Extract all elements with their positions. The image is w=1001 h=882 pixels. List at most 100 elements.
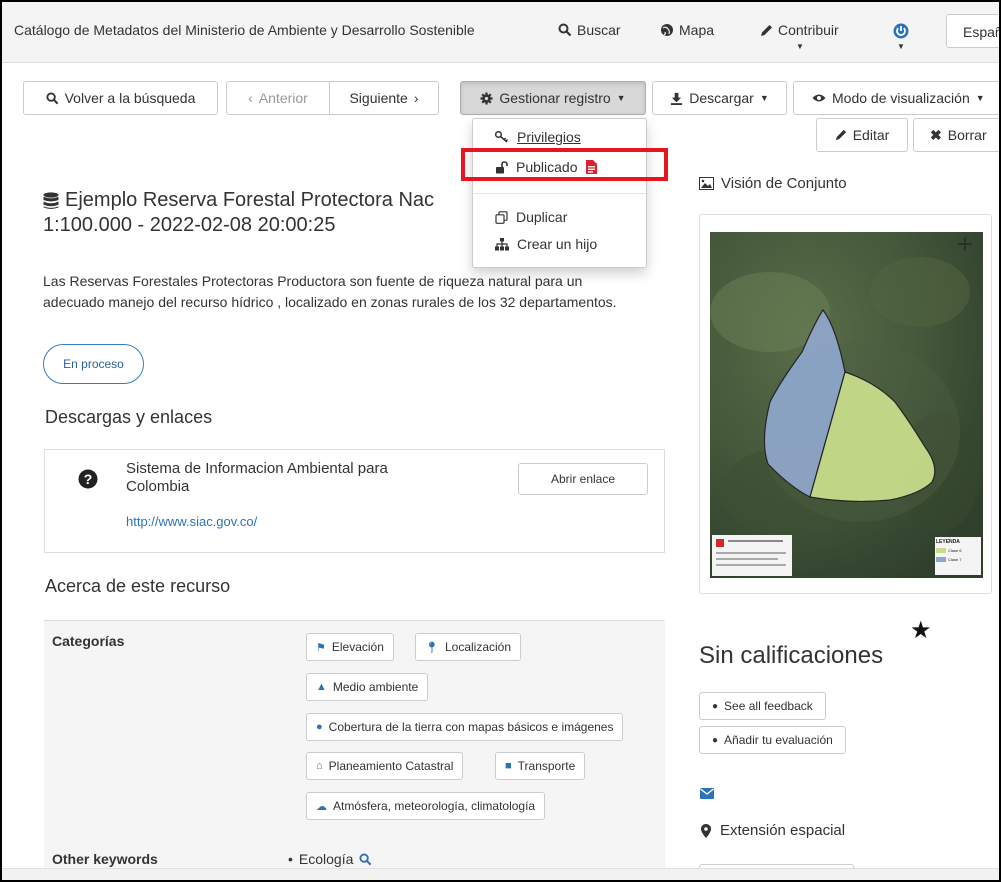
- category-tag-label: Atmósfera, meteorología, climatología: [333, 799, 536, 813]
- question-circle-icon: ?: [78, 469, 98, 494]
- manage-record-menu: Privilegios Publicado Duplicar Crear un …: [472, 118, 647, 268]
- menu-item-create-child-label: Crear un hijo: [517, 236, 598, 252]
- category-tag[interactable]: 📍︎ Localización: [415, 633, 522, 661]
- category-tag-label: Elevación: [331, 640, 384, 654]
- nav-search-label: Buscar: [577, 22, 621, 38]
- category-tag[interactable]: ☁ Atmósfera, meteorología, climatología: [306, 792, 546, 820]
- category-tag[interactable]: ● Cobertura de la tierra con mapas básic…: [306, 713, 624, 741]
- link-url[interactable]: http://www.siac.gov.co/: [126, 514, 257, 529]
- chevron-left-icon: ‹: [248, 90, 253, 106]
- category-tag[interactable]: ▲ Medio ambiente: [306, 673, 429, 701]
- category-tag[interactable]: ⌂ Planeamiento Catastral: [306, 752, 464, 780]
- menu-item-duplicate-label: Duplicar: [516, 209, 568, 225]
- about-panel: Categorías ⚑ Elevación 📍︎ Localización ▲…: [44, 620, 665, 880]
- chevron-right-icon: ›: [413, 90, 419, 106]
- about-heading: Acerca de este recurso: [45, 576, 231, 596]
- link-card: ? Sistema de Informacion Ambiental para …: [44, 449, 665, 553]
- close-icon: ✖: [930, 126, 942, 143]
- search-icon: [46, 91, 58, 104]
- menu-item-privileges-label: Privilegios: [517, 129, 581, 145]
- delete-label: Borrar: [947, 127, 987, 143]
- manage-record-label: Gestionar registro: [499, 90, 611, 106]
- keyword-item: • Ecología: [288, 851, 372, 867]
- back-to-search-button[interactable]: Volver a la búsqueda: [23, 81, 218, 115]
- download-button[interactable]: Descargar ▼: [652, 81, 787, 115]
- envelope-icon[interactable]: [700, 786, 714, 804]
- back-to-search-label: Volver a la búsqueda: [64, 90, 196, 106]
- caret-down-icon: ▼: [759, 93, 769, 103]
- keyword-label: Ecología: [298, 851, 354, 867]
- bullet: •: [288, 851, 293, 867]
- other-keywords-label: Other keywords: [52, 851, 158, 867]
- globe-icon: [661, 24, 673, 36]
- overview-map[interactable]: LEYENDA Clase 6 Clase 7: [699, 214, 992, 594]
- categories-label: Categorías: [52, 633, 125, 649]
- record-title-line2: 1:100.000 - 2022-02-08 20:00:25: [43, 214, 336, 236]
- image-icon: [699, 177, 714, 190]
- open-link-button[interactable]: Abrir enlace: [518, 463, 648, 495]
- map-marker-icon: 📍︎: [425, 641, 439, 654]
- eye-icon: [812, 94, 826, 102]
- sitemap-icon: [495, 237, 509, 250]
- caret-down-icon: ▼: [975, 93, 985, 103]
- menu-item-duplicate[interactable]: Duplicar: [495, 209, 567, 225]
- add-review-button[interactable]: ● Añadir tu evaluación: [699, 726, 846, 754]
- svg-text:?: ?: [84, 471, 93, 487]
- next-label: Siguiente: [349, 90, 408, 106]
- power-icon: [893, 23, 909, 39]
- category-tag-label: Localización: [444, 640, 512, 654]
- category-tag-label: Planeamiento Catastral: [328, 759, 454, 773]
- caret-down-icon: ▼: [616, 93, 626, 103]
- cloud-icon: ☁: [316, 800, 327, 813]
- key-icon: [495, 131, 509, 143]
- overview-heading: Visión de Conjunto: [699, 175, 847, 192]
- next-button[interactable]: Siguiente ›: [329, 81, 439, 115]
- nav-contribute-label: Contribuir: [778, 22, 839, 38]
- pencil-icon: [761, 24, 772, 36]
- download-icon: [671, 92, 683, 105]
- record-abstract: Las Reservas Forestales Protectoras Prod…: [43, 273, 617, 310]
- menu-item-privileges[interactable]: Privilegios: [495, 129, 581, 145]
- truck-icon: ■: [505, 760, 512, 772]
- see-feedback-button[interactable]: ● See all feedback: [699, 692, 826, 720]
- chevron-down-icon: ▼: [897, 42, 905, 51]
- delete-button[interactable]: ✖ Borrar: [913, 118, 999, 152]
- download-label: Descargar: [689, 90, 754, 106]
- language-select[interactable]: Español: [946, 14, 999, 48]
- manage-record-button[interactable]: Gestionar registro ▼: [460, 81, 646, 115]
- menu-divider: [473, 193, 646, 194]
- nav-contribute[interactable]: Contribuir: [760, 22, 839, 38]
- database-icon: [43, 191, 59, 209]
- category-tag[interactable]: ■ Transporte: [495, 752, 586, 780]
- edit-button[interactable]: Editar: [816, 118, 908, 152]
- home-icon: ⌂: [316, 760, 323, 772]
- category-tag[interactable]: ⚑ Elevación: [306, 633, 394, 661]
- map-thumbnail: [710, 232, 983, 578]
- previous-button[interactable]: ‹ Anterior: [226, 81, 330, 115]
- horizontal-scrollbar[interactable]: [2, 868, 999, 880]
- pencil-icon: [835, 129, 846, 141]
- map-legend-item: Clase 7: [936, 557, 962, 562]
- view-mode-button[interactable]: Modo de visualización ▼: [793, 81, 999, 115]
- spatial-extent-heading: Extensión espacial: [701, 822, 845, 839]
- user-menu[interactable]: [893, 23, 909, 44]
- map-marker-icon: [701, 823, 711, 838]
- add-review-label: Añadir tu evaluación: [724, 733, 833, 747]
- nav-map-label: Mapa: [679, 22, 715, 38]
- search-icon[interactable]: [359, 852, 372, 866]
- ratings-heading: Sin calificaciones: [699, 642, 884, 669]
- comment-icon: ●: [712, 734, 719, 746]
- spatial-extent-label: Extensión espacial: [720, 822, 846, 839]
- category-tag-label: Medio ambiente: [332, 680, 419, 694]
- nav-search[interactable]: Buscar: [558, 22, 621, 38]
- tree-icon: ▲: [316, 681, 327, 693]
- chevron-down-icon: ▼: [796, 42, 804, 51]
- status-badge: En proceso: [43, 344, 144, 384]
- catalog-title[interactable]: Catálogo de Metadatos del Ministerio de …: [14, 22, 475, 38]
- nav-map[interactable]: Mapa: [660, 22, 714, 38]
- record-title: Ejemplo Reserva Forestal Protectora Nac …: [43, 188, 434, 238]
- legend-swatch: [936, 548, 946, 553]
- edit-label: Editar: [852, 127, 890, 143]
- map-legend-label: Clase 6: [948, 548, 962, 553]
- menu-item-create-child[interactable]: Crear un hijo: [495, 236, 597, 252]
